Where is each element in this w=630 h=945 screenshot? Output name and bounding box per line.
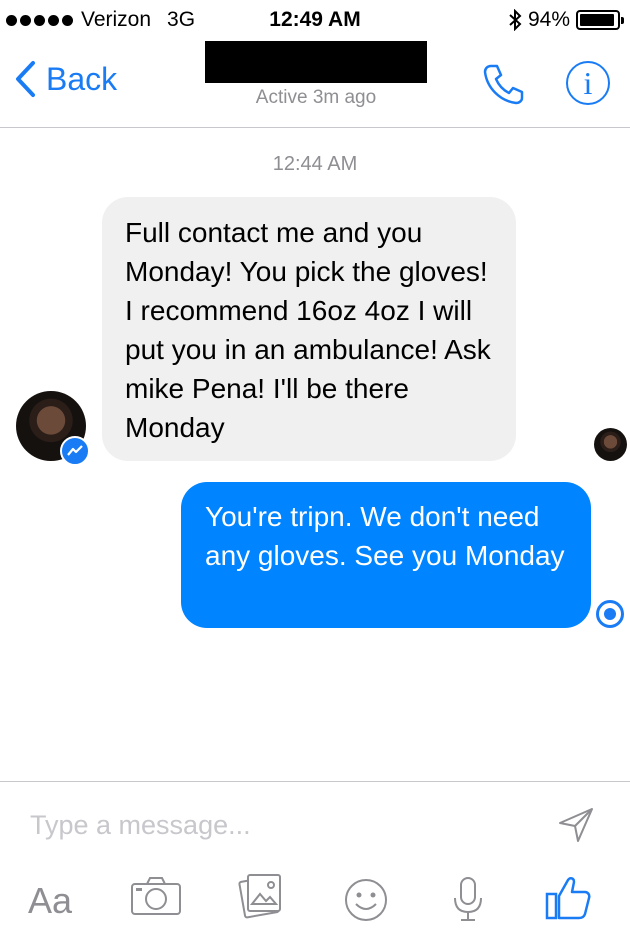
sent-status-icon <box>596 600 624 628</box>
status-bar: Verizon 3G 12:49 AM 94% <box>0 0 630 40</box>
send-button[interactable] <box>556 805 596 850</box>
message-composer: Aa <box>0 781 630 945</box>
messenger-badge-icon <box>60 436 90 466</box>
outgoing-message-bubble[interactable]: You're tripn. We don't need any gloves. … <box>181 482 591 628</box>
emoji-button[interactable] <box>344 878 388 927</box>
microphone-button[interactable] <box>452 876 484 929</box>
phone-icon <box>483 64 524 105</box>
message-timestamp: 12:44 AM <box>272 153 358 175</box>
camera-button[interactable] <box>130 876 182 921</box>
redacted-contact-name <box>205 41 427 83</box>
camera-icon <box>131 877 181 915</box>
send-icon <box>559 808 593 842</box>
microphone-icon <box>454 877 482 921</box>
thumbs-up-icon <box>545 877 591 920</box>
status-right: 94% <box>508 8 624 32</box>
battery-icon <box>576 10 624 30</box>
active-status: Active 3m ago <box>255 87 377 108</box>
battery-percent: 94% <box>527 8 570 31</box>
info-icon: i <box>583 65 593 101</box>
photo-button[interactable] <box>238 870 284 925</box>
emoji-icon <box>345 879 387 921</box>
text-format-button[interactable]: Aa <box>28 880 72 922</box>
incoming-message-bubble[interactable]: Full contact me and you Monday! You pick… <box>102 197 516 461</box>
seen-by-avatar <box>594 428 627 461</box>
back-button[interactable]: Back <box>14 60 117 98</box>
navigation-bar: Back Active 3m ago i <box>0 40 630 128</box>
photo-icon <box>238 874 281 919</box>
call-button[interactable] <box>482 62 526 111</box>
info-button[interactable]: i <box>566 61 610 105</box>
bluetooth-icon <box>509 9 522 31</box>
back-label: Back <box>46 60 118 97</box>
like-button[interactable] <box>544 874 592 927</box>
message-input[interactable] <box>30 807 530 843</box>
chevron-left-icon <box>16 61 35 97</box>
